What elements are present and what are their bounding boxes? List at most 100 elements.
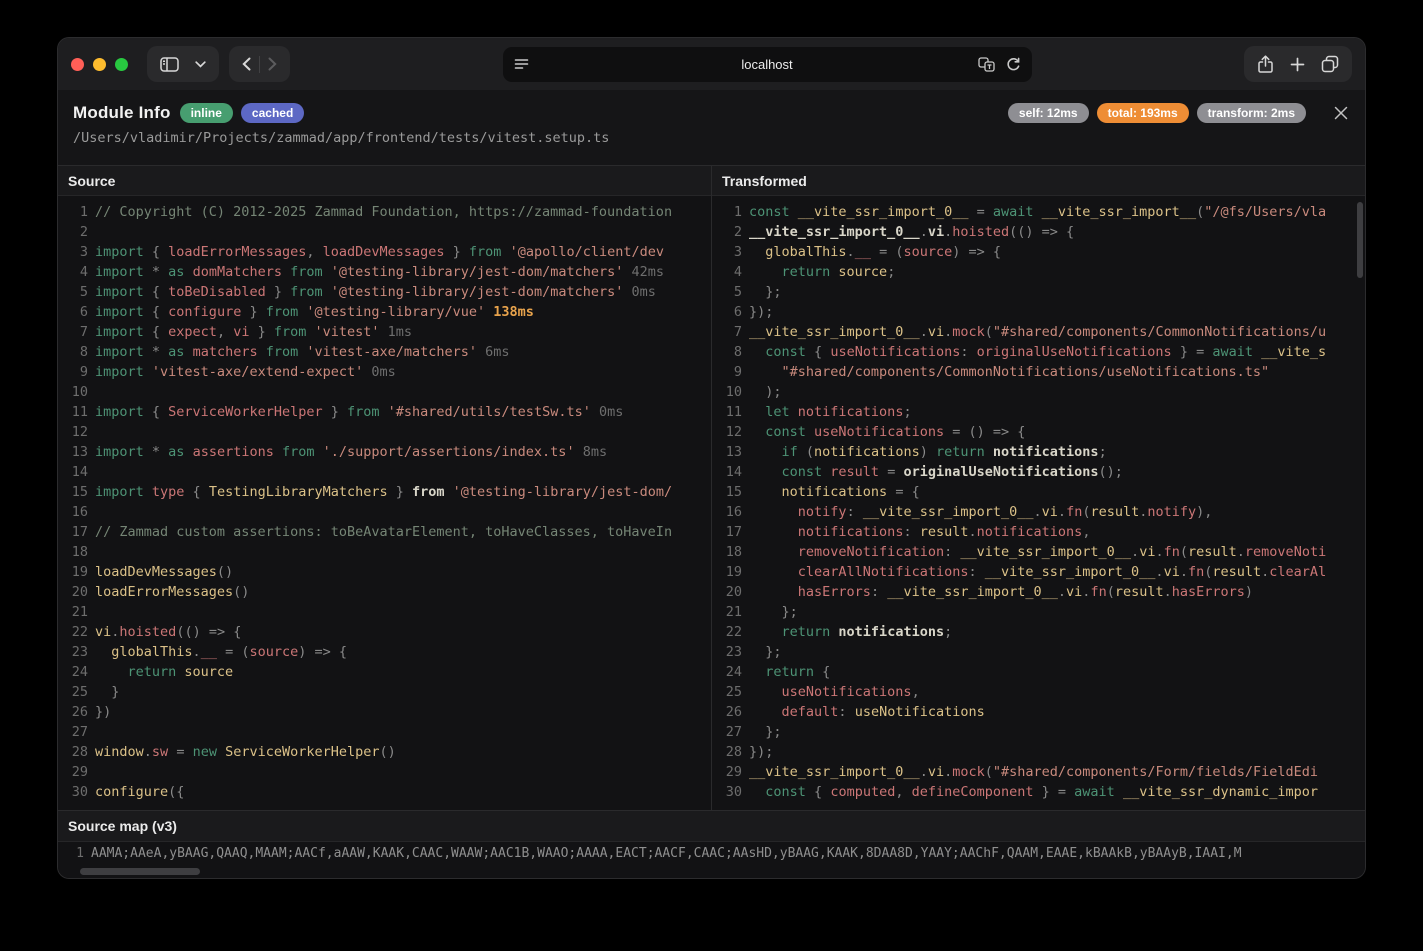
chevron-down-icon bbox=[195, 61, 206, 68]
line-number: 23 bbox=[712, 642, 742, 662]
reload-icon[interactable] bbox=[1006, 57, 1021, 72]
close-icon bbox=[1333, 105, 1349, 121]
tab-button-group bbox=[1244, 46, 1352, 82]
line-number: 1 bbox=[58, 202, 88, 222]
sidebar-toggle-button[interactable] bbox=[152, 53, 187, 76]
browser-window: localhost bbox=[58, 38, 1365, 878]
page-title: Module Info bbox=[73, 103, 171, 123]
back-button[interactable] bbox=[234, 53, 259, 75]
line-number: 17 bbox=[712, 522, 742, 542]
line-number: 22 bbox=[58, 622, 88, 642]
tab-overview-button[interactable] bbox=[1313, 51, 1347, 77]
source-panel-title: Source bbox=[58, 166, 711, 196]
zoom-window-button[interactable] bbox=[115, 58, 128, 71]
close-window-button[interactable] bbox=[71, 58, 84, 71]
line-number: 21 bbox=[712, 602, 742, 622]
code-line: 21 bbox=[58, 602, 711, 622]
code-line: 25 useNotifications, bbox=[712, 682, 1365, 702]
vertical-scrollbar-thumb[interactable] bbox=[1357, 202, 1363, 278]
line-number: 19 bbox=[712, 562, 742, 582]
line-number: 9 bbox=[58, 362, 88, 382]
code-line: 6}); bbox=[712, 302, 1365, 322]
line-number: 5 bbox=[58, 282, 88, 302]
sourcemap-mappings: AAMA;AAeA,yBAAG,QAAQ,MAAM;AACf,aAAW,KAAK… bbox=[84, 842, 1242, 866]
timing-badge: self: 12ms bbox=[1008, 103, 1089, 123]
code-line: 30 const { computed, defineComponent } =… bbox=[712, 782, 1365, 802]
page-format-icon[interactable] bbox=[514, 58, 529, 71]
line-number: 24 bbox=[712, 662, 742, 682]
plus-icon bbox=[1290, 57, 1305, 72]
line-number: 4 bbox=[58, 262, 88, 282]
share-icon bbox=[1257, 55, 1274, 74]
line-number: 2 bbox=[712, 222, 742, 242]
transformed-panel: Transformed 1const __vite_ssr_import_0__… bbox=[711, 166, 1365, 810]
line-number: 26 bbox=[58, 702, 88, 722]
module-badges: inlinecached bbox=[180, 103, 305, 123]
code-line: 1const __vite_ssr_import_0__ = await __v… bbox=[712, 202, 1365, 222]
window-controls bbox=[71, 58, 128, 71]
code-line: 29__vite_ssr_import_0__.vi.mock("#shared… bbox=[712, 762, 1365, 782]
code-line: 1// Copyright (C) 2012-2025 Zammad Found… bbox=[58, 202, 711, 222]
code-line: 16 notify: __vite_ssr_import_0__.vi.fn(r… bbox=[712, 502, 1365, 522]
share-button[interactable] bbox=[1249, 51, 1282, 78]
transformed-panel-title: Transformed bbox=[712, 166, 1365, 196]
source-code[interactable]: 1// Copyright (C) 2012-2025 Zammad Found… bbox=[58, 196, 711, 809]
line-number: 13 bbox=[58, 442, 88, 462]
timing-badge: transform: 2ms bbox=[1197, 103, 1306, 123]
line-number: 15 bbox=[712, 482, 742, 502]
code-line: 7import { expect, vi } from 'vitest' 1ms bbox=[58, 322, 711, 342]
line-number: 13 bbox=[712, 442, 742, 462]
line-number: 10 bbox=[712, 382, 742, 402]
line-number: 7 bbox=[58, 322, 88, 342]
line-number: 30 bbox=[712, 782, 742, 802]
code-line: 9import 'vitest-axe/extend-expect' 0ms bbox=[58, 362, 711, 382]
code-line: 9 "#shared/components/CommonNotification… bbox=[712, 362, 1365, 382]
close-button[interactable] bbox=[1331, 103, 1351, 123]
line-number: 14 bbox=[712, 462, 742, 482]
translate-icon[interactable] bbox=[978, 57, 996, 72]
line-number: 18 bbox=[712, 542, 742, 562]
code-line: 8 const { useNotifications: originalUseN… bbox=[712, 342, 1365, 362]
code-line: 5import { toBeDisabled } from '@testing-… bbox=[58, 282, 711, 302]
line-number: 21 bbox=[58, 602, 88, 622]
code-line: 2__vite_ssr_import_0__.vi.hoisted(() => … bbox=[712, 222, 1365, 242]
code-line: 23 globalThis.__ = (source) => { bbox=[58, 642, 711, 662]
line-number: 7 bbox=[712, 322, 742, 342]
line-number: 10 bbox=[58, 382, 88, 402]
transformed-code[interactable]: 1const __vite_ssr_import_0__ = await __v… bbox=[712, 196, 1365, 809]
code-line: 7__vite_ssr_import_0__.vi.mock("#shared/… bbox=[712, 322, 1365, 342]
code-line: 10 ); bbox=[712, 382, 1365, 402]
line-number: 14 bbox=[58, 462, 88, 482]
chevron-right-icon bbox=[268, 57, 277, 71]
tabs-icon bbox=[1321, 55, 1339, 73]
line-number: 5 bbox=[712, 282, 742, 302]
line-number: 27 bbox=[58, 722, 88, 742]
code-line: 28window.sw = new ServiceWorkerHelper() bbox=[58, 742, 711, 762]
new-tab-button[interactable] bbox=[1282, 53, 1313, 76]
line-number: 26 bbox=[712, 702, 742, 722]
line-number: 4 bbox=[712, 262, 742, 282]
minimize-window-button[interactable] bbox=[93, 58, 106, 71]
line-number: 24 bbox=[58, 662, 88, 682]
code-line: 18 removeNotification: __vite_ssr_import… bbox=[712, 542, 1365, 562]
sourcemap-title: Source map (v3) bbox=[58, 811, 1365, 842]
timing-badge: total: 193ms bbox=[1097, 103, 1189, 123]
code-line: 12 bbox=[58, 422, 711, 442]
line-number: 16 bbox=[58, 502, 88, 522]
forward-button[interactable] bbox=[260, 53, 285, 75]
module-path: /Users/vladimir/Projects/zammad/app/fron… bbox=[73, 130, 1351, 146]
url-text: localhost bbox=[503, 57, 1032, 72]
chevron-left-icon bbox=[242, 57, 251, 71]
code-line: 27 bbox=[58, 722, 711, 742]
line-number: 20 bbox=[58, 582, 88, 602]
code-line: 13import * as assertions from './support… bbox=[58, 442, 711, 462]
code-line: 27 }; bbox=[712, 722, 1365, 742]
code-line: 21 }; bbox=[712, 602, 1365, 622]
horizontal-scrollbar-thumb[interactable] bbox=[80, 868, 200, 875]
address-bar[interactable]: localhost bbox=[503, 47, 1032, 82]
line-number: 15 bbox=[58, 482, 88, 502]
code-line: 18 bbox=[58, 542, 711, 562]
code-line: 5 }; bbox=[712, 282, 1365, 302]
line-number: 29 bbox=[712, 762, 742, 782]
sidebar-menu-button[interactable] bbox=[187, 57, 214, 72]
